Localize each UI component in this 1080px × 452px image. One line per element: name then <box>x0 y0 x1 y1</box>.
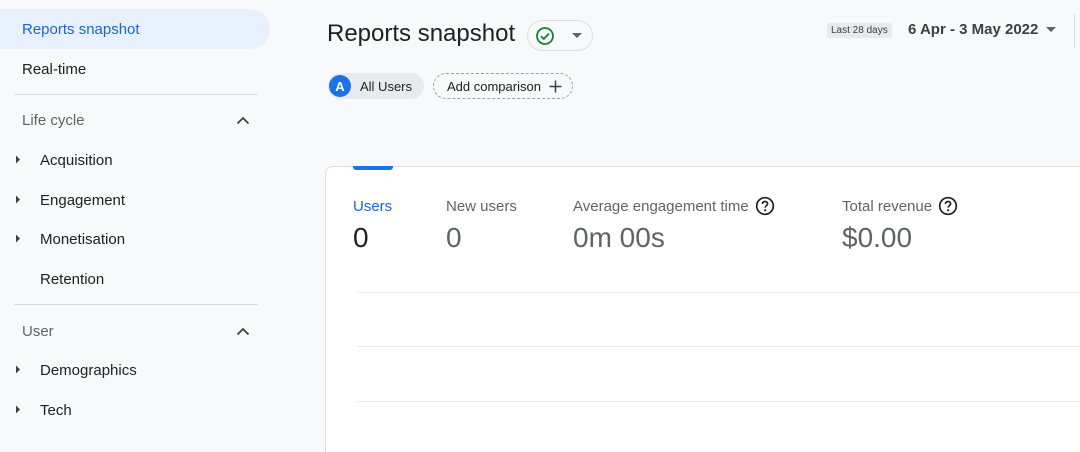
sidebar-item-retention[interactable]: Retention <box>0 259 270 299</box>
metric-value: 0 <box>446 222 462 253</box>
segment-label: All Users <box>360 78 413 94</box>
segment-chip-all-users[interactable]: A All Users <box>328 73 425 99</box>
metric-new-users-tab[interactable]: New users 0 <box>446 196 517 254</box>
help-icon[interactable] <box>755 196 775 216</box>
page-title: Reports snapshot <box>327 20 516 47</box>
add-comparison-button[interactable]: Add comparison <box>433 73 573 99</box>
metric-label: Average engagement time <box>573 197 749 215</box>
segment-avatar: A <box>329 75 351 97</box>
sidebar-item-monetisation[interactable]: Monetisation <box>0 219 270 259</box>
caret-right-icon <box>0 365 40 376</box>
section-lifecycle-toggle[interactable]: Life cycle <box>0 100 270 140</box>
sidebar-divider <box>14 94 258 95</box>
metric-revenue-tab[interactable]: Total revenue $0.00 <box>842 196 958 254</box>
sidebar-item-engagement[interactable]: Engagement <box>0 180 270 220</box>
metric-users-tab[interactable]: Users 0 <box>353 196 392 254</box>
date-preset-label: Last 28 days <box>827 23 892 38</box>
sidebar-item-label: Reports snapshot <box>22 20 140 38</box>
section-user-toggle[interactable]: User <box>0 311 270 351</box>
section-title: Life cycle <box>22 111 85 129</box>
metric-engagement-time-tab[interactable]: Average engagement time 0m 00s <box>573 196 775 254</box>
active-tab-indicator <box>353 166 393 170</box>
section-title: User <box>22 322 54 340</box>
caret-right-icon <box>0 234 40 245</box>
sidebar-item-label: Real-time <box>22 60 87 78</box>
chart-gridline <box>357 292 1080 293</box>
sidebar-item-reports-snapshot[interactable]: Reports snapshot <box>0 9 270 49</box>
sidebar-item-label: Monetisation <box>40 230 126 248</box>
date-range-text: 6 Apr - 3 May 2022 <box>908 21 1039 38</box>
sidebar-item-label: Acquisition <box>40 151 113 169</box>
sidebar-item-label: Demographics <box>40 361 137 379</box>
metric-value: 0m 00s <box>573 222 665 253</box>
dropdown-arrow-icon <box>1046 26 1057 33</box>
caret-right-icon <box>0 195 40 206</box>
metric-label: Total revenue <box>842 197 933 215</box>
header-divider <box>1074 14 1075 48</box>
chart-gridline <box>357 346 1080 347</box>
date-range-picker[interactable]: 6 Apr - 3 May 2022 <box>908 21 1057 38</box>
sidebar-item-acquisition[interactable]: Acquisition <box>0 140 270 180</box>
sidebar-item-label: Engagement <box>40 191 126 209</box>
metric-value: 0 <box>353 222 369 253</box>
dropdown-arrow-icon <box>572 32 582 39</box>
plus-icon <box>549 80 562 93</box>
metric-value: $0.00 <box>842 222 913 253</box>
chevron-up-icon <box>228 116 258 125</box>
metric-label: New users <box>446 197 517 215</box>
sidebar-item-tech[interactable]: Tech <box>0 390 270 430</box>
caret-right-icon <box>0 155 40 166</box>
chart-gridline <box>357 401 1080 402</box>
sidebar-item-label: Retention <box>40 270 105 288</box>
status-dropdown-button[interactable] <box>527 20 593 51</box>
sidebar-divider <box>14 304 258 305</box>
sidebar-item-demographics[interactable]: Demographics <box>0 350 270 390</box>
caret-right-icon <box>0 405 40 416</box>
check-circle-icon <box>535 26 555 46</box>
metric-label: Users <box>353 197 393 215</box>
chevron-up-icon <box>228 327 258 336</box>
sidebar-item-label: Tech <box>40 401 72 419</box>
help-icon[interactable] <box>938 196 958 216</box>
sidebar: Reports snapshot Real-time Life cycle Ac… <box>0 0 272 452</box>
sidebar-item-realtime[interactable]: Real-time <box>0 49 270 89</box>
add-comparison-label: Add comparison <box>447 78 541 94</box>
